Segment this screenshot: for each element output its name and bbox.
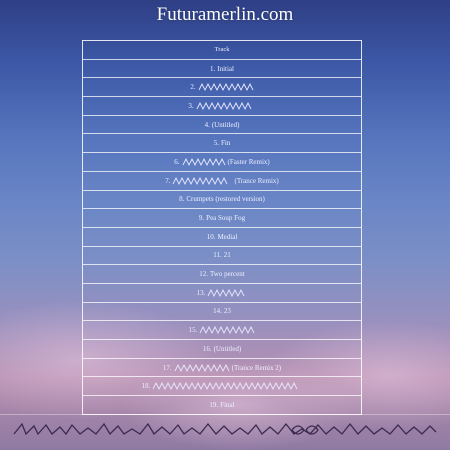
site-title: Futuramerlin.com (156, 4, 294, 25)
track-row: 13. (83, 284, 361, 303)
track-row: 16. (Untitled) (83, 340, 361, 359)
track-row: 5. Fin (83, 134, 361, 154)
track-row: 18. (83, 377, 361, 397)
track-number: 12. (199, 270, 209, 279)
constructed-script-title-glyph (198, 83, 254, 92)
track-number: 11. (213, 251, 222, 260)
track-number: 8. (179, 195, 185, 204)
constructed-script-title-glyph (152, 382, 298, 391)
track-number: 7. (165, 176, 171, 185)
constructed-script-title-glyph (173, 176, 228, 185)
table-header: Track (83, 41, 361, 60)
track-number: 19. (209, 400, 219, 409)
track-title-suffix: (Faster Remix) (227, 157, 270, 166)
track-number: 2. (190, 83, 196, 92)
track-row: 14. 23 (83, 303, 361, 322)
track-title-suffix: (Trance Remix 2) (231, 363, 282, 372)
track-table: Track 1. Initial 2. 3. 4. (Untitled) 5. Fin 6. (F… (82, 40, 362, 415)
track-number: 10. (206, 232, 216, 241)
track-number: 3. (188, 101, 194, 110)
track-row: 3. (83, 97, 361, 116)
track-title: Two percent (210, 270, 245, 279)
track-number: 15. (188, 326, 198, 335)
track-number: 9. (198, 214, 205, 223)
track-row: 12. Two percent (83, 265, 361, 284)
track-title: 21 (223, 251, 231, 260)
track-number: 5. (213, 139, 219, 148)
track-title: 23 (223, 307, 231, 316)
track-title-suffix: (Trance Remix) (234, 176, 279, 185)
track-number: 16. (202, 344, 212, 353)
track-row: 15. (83, 321, 361, 340)
constructed-script-title-glyph (182, 157, 225, 166)
track-title: (Untitled) (213, 344, 242, 353)
track-title: Initial (217, 64, 234, 73)
track-row: 8. Crumpets (restored version) (83, 191, 361, 210)
track-number: 17. (162, 363, 172, 372)
track-title: Fin (220, 139, 231, 148)
track-number: 4. (204, 120, 210, 129)
track-row: 11. 21 (83, 247, 361, 266)
footer-script-banner (13, 422, 437, 436)
track-row: 6. (Faster Remix) (83, 153, 361, 172)
footer-divider (0, 414, 450, 415)
track-row: 17. (Trance Remix 2) (83, 359, 361, 378)
track-row: 19. Final (83, 396, 361, 414)
track-row: 10. Medial (83, 228, 361, 247)
track-title: Final (220, 400, 235, 409)
constructed-script-title-glyph (196, 101, 252, 110)
track-row: 2. (83, 78, 361, 98)
track-number: 1. (210, 64, 216, 73)
track-number: 6. (174, 157, 180, 166)
track-row: 4. (Untitled) (83, 116, 361, 135)
track-row: 7. (Trance Remix) (83, 172, 361, 191)
constructed-script-title-glyph (174, 363, 230, 372)
track-title: Medial (217, 232, 238, 241)
track-row: 1. Initial (83, 60, 361, 79)
track-number: 18. (141, 382, 151, 391)
track-title: (Untitled) (211, 120, 240, 129)
track-row: 9. Pea Soup Fog (83, 209, 361, 228)
track-title: Crumpets (restored version) (186, 195, 265, 204)
constructed-script-title-glyph (199, 326, 255, 335)
track-number: 14. (213, 307, 222, 316)
constructed-script-title-glyph (207, 288, 245, 297)
track-number: 13. (196, 288, 206, 297)
track-title: Pea Soup Fog (206, 214, 246, 223)
